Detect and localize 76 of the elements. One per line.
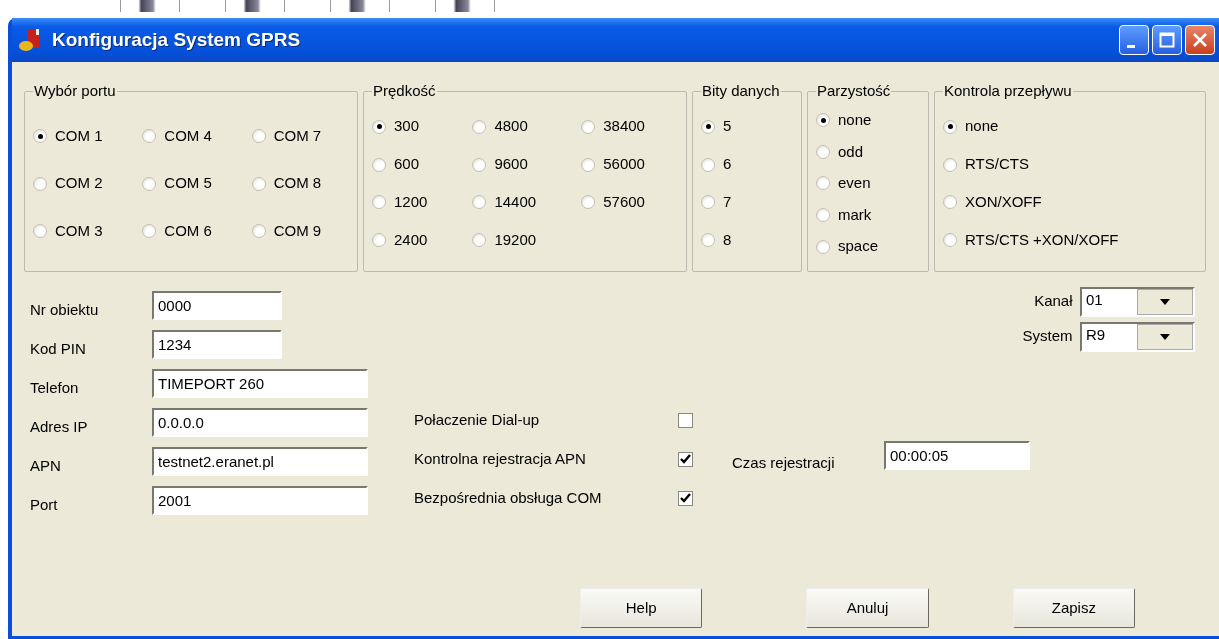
close-icon xyxy=(1192,32,1208,48)
maximize-button[interactable] xyxy=(1152,25,1182,55)
dialog-button[interactable]: Zapisz xyxy=(1012,588,1135,628)
radio-option[interactable]: COM 7 xyxy=(251,124,351,148)
maximize-icon xyxy=(1159,32,1175,48)
radio-option[interactable]: 6 xyxy=(701,153,795,176)
radio-option[interactable]: 19200 xyxy=(472,229,572,252)
radio-option[interactable]: COM 9 xyxy=(251,219,351,243)
checkbox[interactable] xyxy=(678,413,693,428)
background-icon xyxy=(120,0,180,12)
text-field[interactable]: 0.0.0.0 xyxy=(152,408,368,437)
radio-option[interactable]: 38400 xyxy=(581,115,680,138)
text-field[interactable]: 1234 xyxy=(152,330,282,359)
radio-option[interactable]: COM 4 xyxy=(142,124,242,148)
radio-option[interactable]: space xyxy=(816,235,922,258)
group-title: Parzystość xyxy=(816,82,892,100)
dialog-button[interactable]: Anuluj xyxy=(806,588,929,628)
radio-option[interactable]: mark xyxy=(816,203,922,227)
combo-label: Kanał xyxy=(1034,291,1073,312)
background-icon xyxy=(435,0,495,12)
text-field[interactable]: TIMEPORT 260 xyxy=(152,369,368,398)
group-title: Prędkość xyxy=(372,82,437,100)
dropdown[interactable]: 01 xyxy=(1080,286,1195,317)
radio-option[interactable]: none xyxy=(816,109,922,132)
field-label: Nr obiektu xyxy=(29,300,100,321)
radio-option[interactable]: 300 xyxy=(372,115,463,138)
radio-option[interactable]: 56000 xyxy=(581,153,680,176)
minimize-button[interactable] xyxy=(1119,25,1149,55)
background-icon xyxy=(225,0,285,12)
close-button[interactable] xyxy=(1185,25,1215,55)
radio-option[interactable]: COM 3 xyxy=(33,219,133,243)
dialog-button[interactable]: Help xyxy=(580,588,703,628)
radio-option[interactable]: RTS/CTS xyxy=(943,153,1199,176)
field-label: Telefon xyxy=(29,378,80,399)
radio-option[interactable]: 14400 xyxy=(472,191,572,214)
radio-option[interactable]: 9600 xyxy=(472,153,572,176)
combo-label: System xyxy=(1022,326,1073,347)
radio-option[interactable]: odd xyxy=(816,140,922,164)
radio-option[interactable]: RTS/CTS +XON/XOFF xyxy=(943,229,1199,252)
radio-option[interactable]: 57600 xyxy=(581,191,680,214)
checkbox-label: Kontrolna rejestracja APN xyxy=(414,449,587,470)
radio-option[interactable]: 5 xyxy=(701,115,795,138)
radio-option[interactable]: none xyxy=(943,115,1199,138)
radio-option[interactable]: 1200 xyxy=(372,191,463,214)
window-title: Konfiguracja System GPRS xyxy=(52,27,301,52)
radio-option[interactable]: even xyxy=(816,172,922,195)
text-field[interactable]: 2001 xyxy=(152,486,368,515)
radio-option[interactable]: COM 6 xyxy=(142,219,242,243)
checkbox[interactable] xyxy=(678,452,693,467)
field-label: Kod PIN xyxy=(29,339,87,360)
radio-option[interactable]: 4800 xyxy=(472,115,572,138)
checkbox-label: Połaczenie Dial-up xyxy=(414,410,541,431)
background-icon xyxy=(330,0,390,12)
radio-option[interactable]: COM 8 xyxy=(251,172,351,195)
field-label: Adres IP xyxy=(29,417,89,438)
radio-option[interactable]: 600 xyxy=(372,153,463,176)
radio-option[interactable]: 2400 xyxy=(372,229,463,252)
radio-option[interactable]: COM 2 xyxy=(33,172,133,195)
radio-option[interactable]: COM 5 xyxy=(142,172,242,195)
group-title: Wybór portu xyxy=(33,82,117,100)
group-title: Bity danych xyxy=(701,82,781,100)
radio-option[interactable]: XON/XOFF xyxy=(943,191,1199,214)
group-title: Kontrola przepływu xyxy=(943,82,1073,100)
field-label: Czas rejestracji xyxy=(731,453,836,474)
text-field[interactable]: 00:00:05 xyxy=(884,441,1030,470)
checkbox[interactable] xyxy=(678,491,693,506)
field-label: APN xyxy=(29,456,62,477)
field-label: Port xyxy=(29,495,59,516)
text-field[interactable]: testnet2.eranet.pl xyxy=(152,447,368,476)
checkbox-label: Bezpośrednia obsługa COM xyxy=(414,488,603,509)
minimize-icon xyxy=(1127,44,1135,48)
radio-option[interactable]: 7 xyxy=(701,191,795,214)
text-field[interactable]: 0000 xyxy=(152,291,282,320)
dropdown[interactable]: R9 xyxy=(1080,321,1195,352)
radio-option[interactable]: 8 xyxy=(701,229,795,252)
radio-option[interactable]: COM 1 xyxy=(33,124,133,148)
